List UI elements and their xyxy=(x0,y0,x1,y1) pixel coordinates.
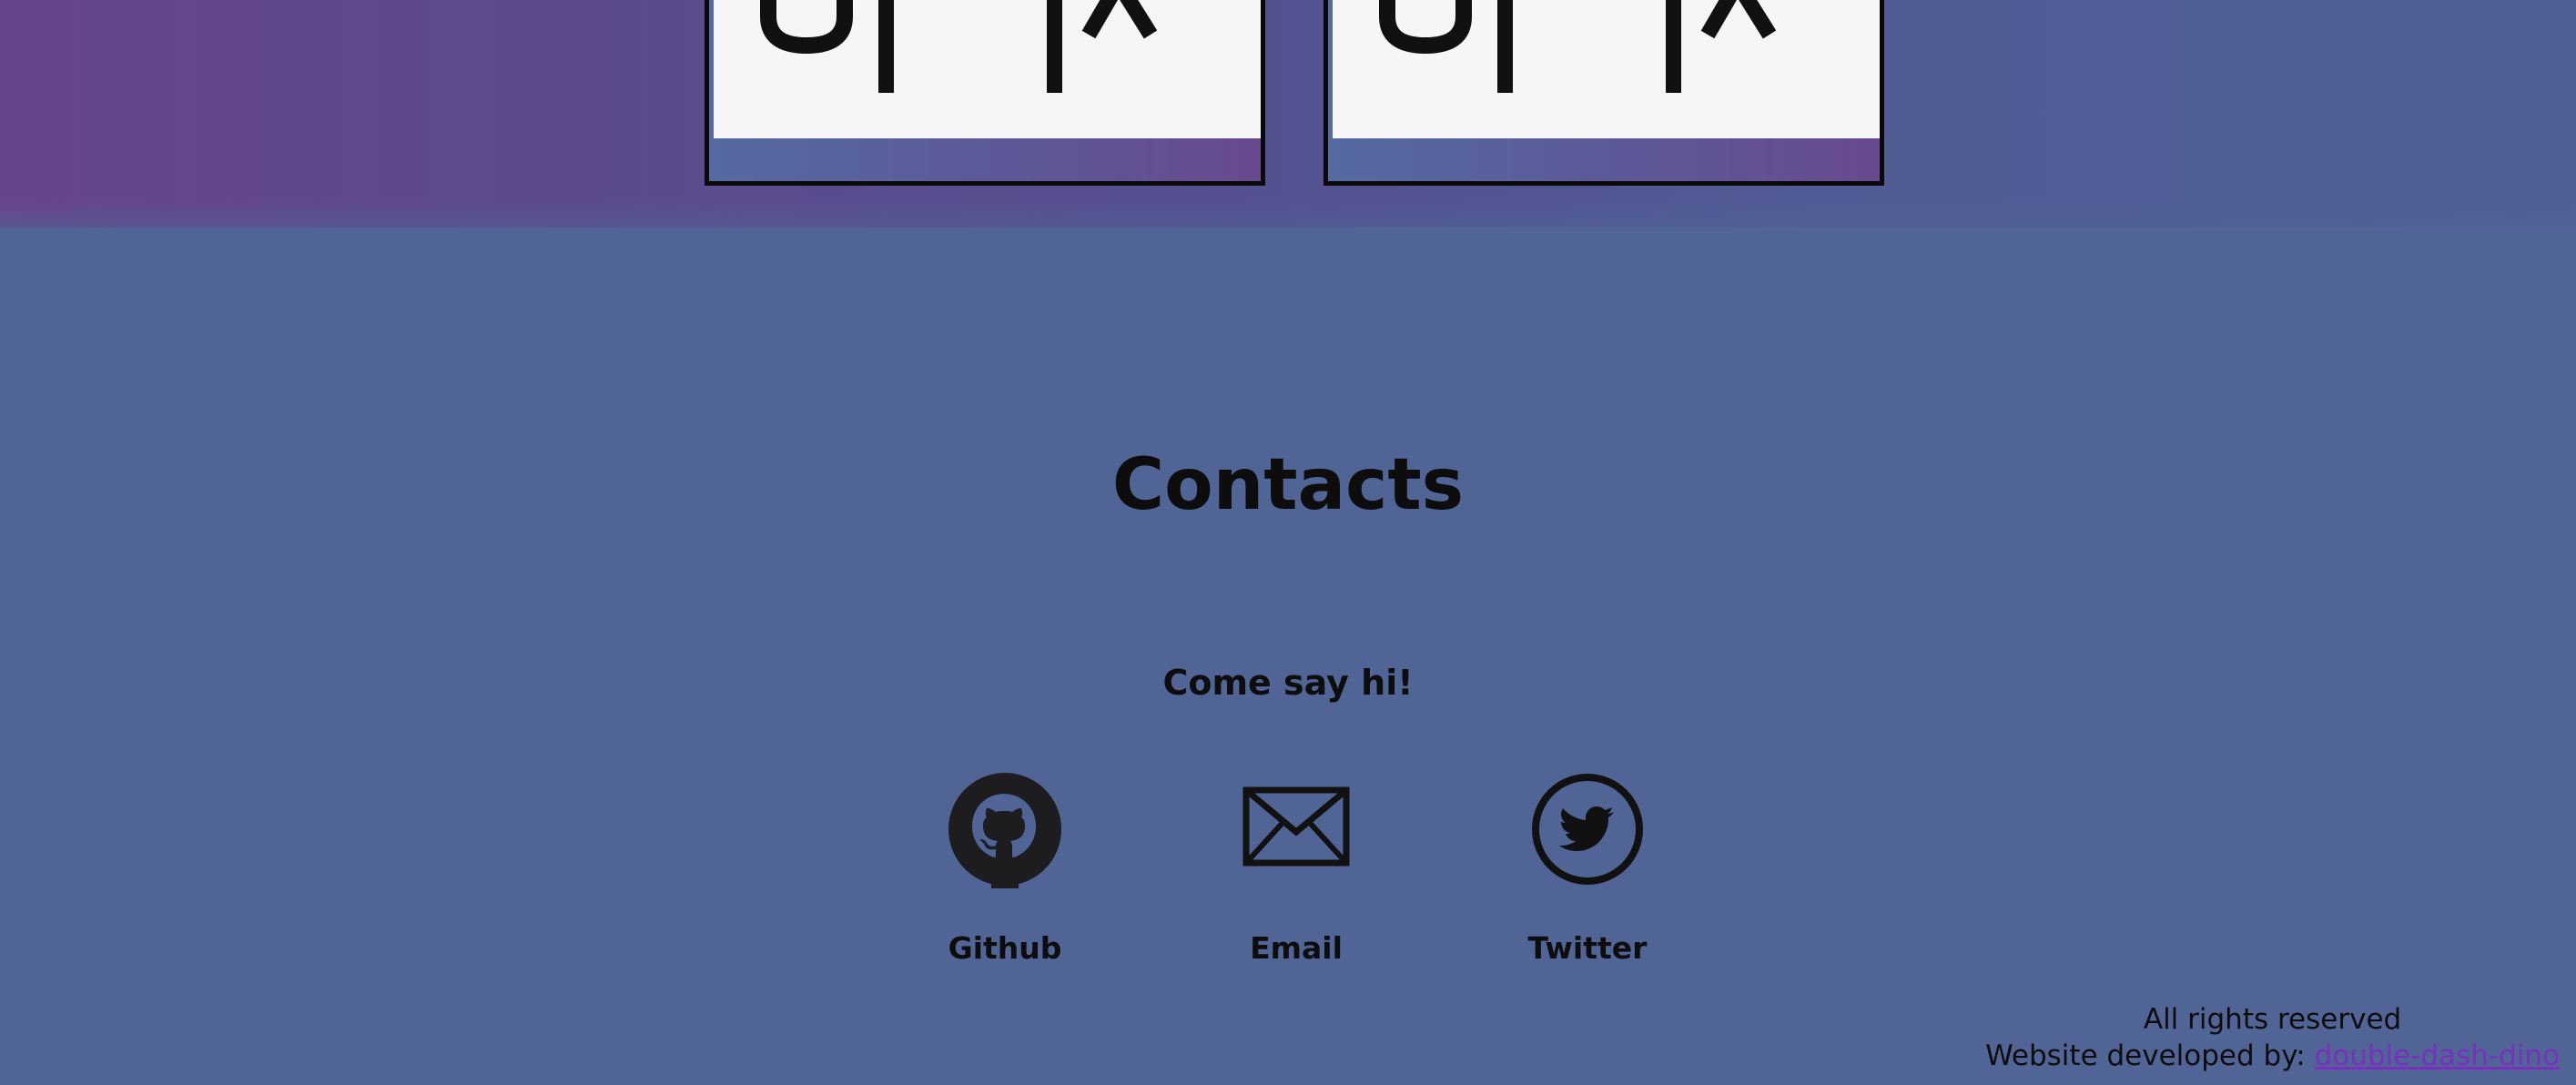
project-thumbnail xyxy=(714,0,1261,138)
rights-text: All rights reserved xyxy=(2143,1003,2402,1036)
twitter-label: Twitter xyxy=(1527,930,1648,966)
github-label: Github xyxy=(948,930,1062,966)
twitter-link[interactable]: Twitter xyxy=(1478,770,1697,966)
twitter-icon xyxy=(1528,770,1647,888)
site-footer: All rights reserved Website developed by… xyxy=(1985,1001,2560,1074)
email-label: Email xyxy=(1250,930,1343,966)
email-link[interactable]: Email xyxy=(1187,770,1405,966)
contacts-subtitle: Come say hi! xyxy=(1162,663,1414,703)
developed-by-text: Website developed by: xyxy=(1985,1039,2306,1072)
developer-credit: Website developed by: double-dash-dino xyxy=(1985,1038,2560,1074)
contacts-heading: Contacts xyxy=(1111,444,1465,526)
project-card[interactable] xyxy=(705,0,1265,186)
github-link[interactable]: Github xyxy=(896,770,1114,966)
project-thumbnail xyxy=(1333,0,1880,138)
developer-link[interactable]: double-dash-dino xyxy=(2315,1039,2560,1072)
project-card[interactable] xyxy=(1323,0,1884,186)
envelope-icon xyxy=(1237,770,1355,888)
header-gradient-band xyxy=(0,0,2576,255)
github-icon xyxy=(946,770,1064,888)
